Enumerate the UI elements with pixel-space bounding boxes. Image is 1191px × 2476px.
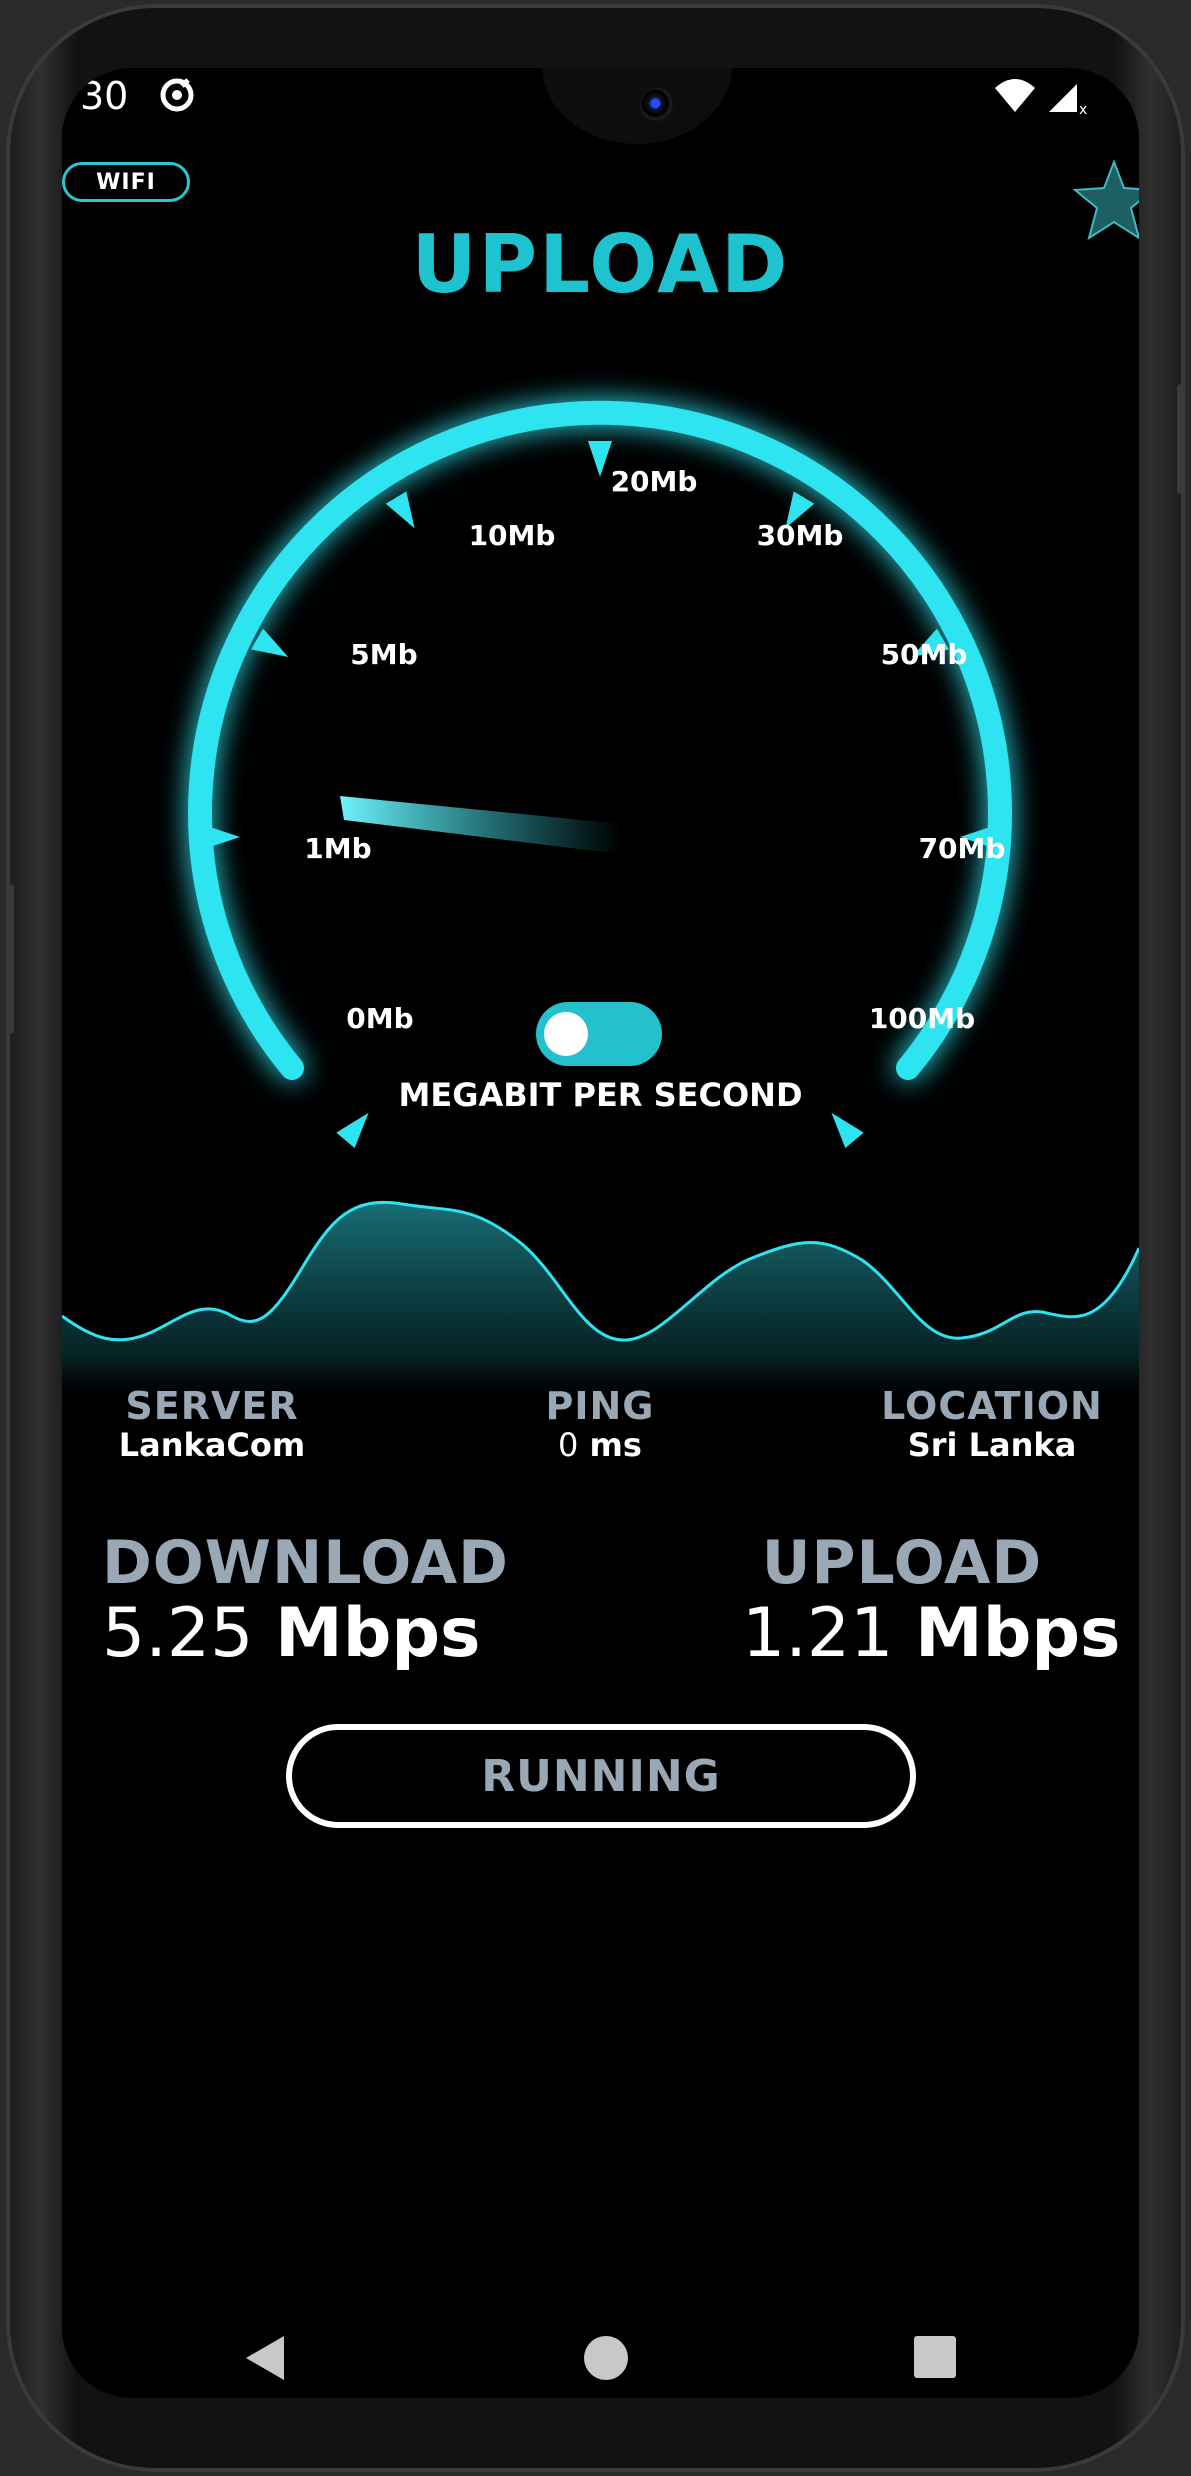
location-info: LOCATION Sri Lanka [862, 1384, 1122, 1464]
ping-label: PING [545, 1384, 655, 1428]
recents-icon[interactable] [910, 2332, 960, 2384]
upload-label: UPLOAD [761, 1528, 1043, 1598]
download-value: 5.25 Mbps [102, 1594, 481, 1673]
gauge-label: 100Mb [869, 1002, 975, 1035]
phone-frame: 30 x WIFI UPLOAD 0Mb 1Mb 5Mb 10Mb 20Mb 3… [6, 4, 1185, 2472]
server-label: SERVER [125, 1384, 299, 1428]
gauge-tick [385, 491, 415, 529]
toggle-knob[interactable] [544, 1012, 588, 1056]
running-button[interactable]: RUNNING [286, 1724, 916, 1828]
gauge-label: 30Mb [757, 519, 844, 552]
download-label: DOWNLOAD [102, 1528, 509, 1598]
speed-gauge: 0Mb 1Mb 5Mb 10Mb 20Mb 30Mb 50Mb 70Mb 100Mb [188, 400, 1012, 1148]
gauge-label: 10Mb [469, 519, 556, 552]
ping-info: PING 0 ms [490, 1384, 710, 1464]
gauge-label: 50Mb [881, 638, 968, 671]
screen: 30 x WIFI UPLOAD 0Mb 1Mb 5Mb 10Mb 20Mb 3… [62, 68, 1139, 2398]
gauge-label: 1Mb [304, 832, 371, 865]
gauge-tick [251, 628, 289, 657]
speed-history-wave [62, 1200, 1139, 1408]
gauge-label: 5Mb [350, 638, 417, 671]
gauge-tick [336, 1112, 369, 1148]
gauge-label: 70Mb [919, 832, 1006, 865]
server-value: LankaCom [118, 1426, 306, 1464]
upload-value: 1.21 Mbps [742, 1594, 1121, 1673]
gauge-tick [831, 1112, 864, 1148]
server-info: SERVER LankaCom [112, 1384, 312, 1464]
location-label: LOCATION [881, 1384, 1103, 1428]
gauge-label: 0Mb [346, 1002, 413, 1035]
home-icon[interactable] [580, 2332, 632, 2384]
side-button [6, 884, 14, 1034]
gauge-label: 20Mb [611, 465, 698, 498]
ping-value: 0 ms [558, 1426, 642, 1464]
gauge-arc [188, 400, 1012, 1080]
location-value: Sri Lanka [907, 1426, 1077, 1464]
gauge-needle [340, 796, 622, 854]
upload-result: UPLOAD 1.21 Mbps [742, 1528, 1121, 1673]
gauge-tick [588, 441, 612, 477]
gauge-tick [204, 825, 240, 849]
back-icon[interactable] [240, 2332, 290, 2384]
unit-toggle[interactable] [536, 1002, 662, 1066]
download-result: DOWNLOAD 5.25 Mbps [102, 1528, 509, 1673]
side-button [1177, 384, 1185, 494]
unit-label: MEGABIT PER SECOND [398, 1076, 803, 1114]
